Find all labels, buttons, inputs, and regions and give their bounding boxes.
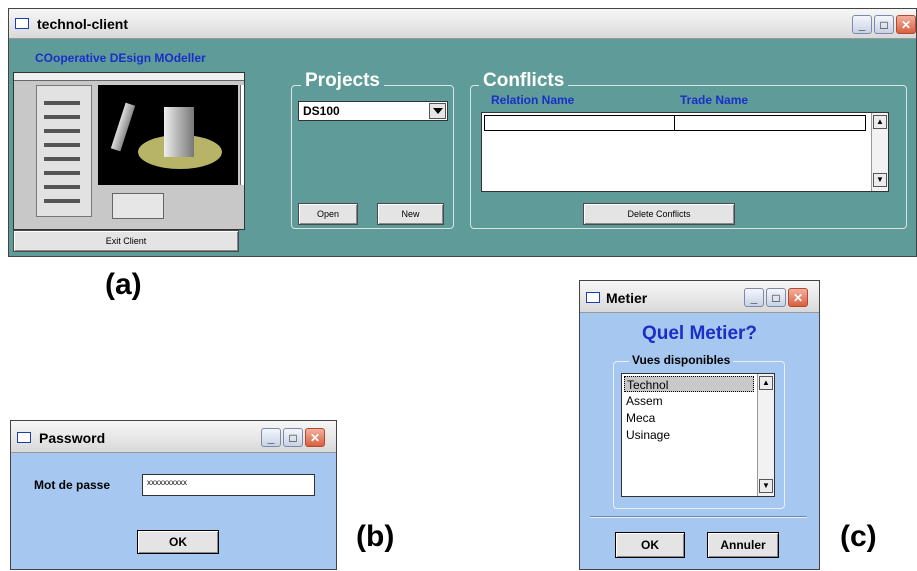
list-item[interactable]: Meca bbox=[624, 410, 754, 426]
password-field[interactable]: xxxxxxxxxx bbox=[142, 474, 315, 496]
conflicts-legend: Conflicts bbox=[479, 70, 569, 92]
scroll-down-icon[interactable]: ▼ bbox=[759, 479, 773, 493]
conflicts-table[interactable]: ▲ ▼ bbox=[481, 112, 889, 192]
list-item[interactable]: Assem bbox=[624, 393, 754, 409]
main-window-title: technol-client bbox=[37, 16, 129, 32]
conflicts-table-row[interactable] bbox=[484, 115, 866, 131]
preview-image bbox=[13, 72, 245, 230]
close-icon: ✕ bbox=[792, 291, 804, 305]
metier-heading: Quel Metier? bbox=[641, 323, 758, 344]
conflicts-table-divider bbox=[674, 116, 675, 130]
close-button[interactable]: ✕ bbox=[788, 288, 808, 307]
scroll-up-icon[interactable]: ▲ bbox=[873, 115, 887, 129]
metier-window-title: Metier bbox=[606, 290, 648, 306]
maximize-icon: □ bbox=[289, 431, 297, 445]
preview-image-tool bbox=[110, 102, 136, 152]
preview-image-sidebar bbox=[240, 85, 244, 185]
list-item-label: Assem bbox=[626, 394, 663, 408]
preview-image-item bbox=[44, 171, 80, 175]
ok-button[interactable]: OK bbox=[137, 530, 219, 554]
project-select[interactable]: DS100 bbox=[298, 101, 448, 121]
project-select-arrow[interactable] bbox=[429, 103, 446, 119]
cancel-button[interactable]: Annuler bbox=[707, 532, 779, 558]
preview-image-item bbox=[44, 101, 80, 105]
maximize-icon: □ bbox=[772, 291, 780, 305]
close-icon: ✕ bbox=[900, 18, 912, 32]
metier-titlebar[interactable]: Metier _ □ ✕ bbox=[580, 281, 819, 313]
password-label: Mot de passe bbox=[34, 478, 111, 492]
conflicts-scrollbar[interactable]: ▲ ▼ bbox=[871, 113, 888, 191]
app-name: COoperative DEsign MOdeller bbox=[35, 51, 206, 65]
minimize-button[interactable]: _ bbox=[261, 428, 281, 447]
main-titlebar[interactable]: technol-client _ □ ✕ bbox=[9, 9, 916, 39]
vues-group-label: Vues disponibles bbox=[629, 353, 734, 367]
password-window-title: Password bbox=[39, 430, 106, 446]
preview-image-item bbox=[44, 129, 80, 133]
ok-button[interactable]: OK bbox=[615, 532, 685, 558]
metier-window: Metier _ □ ✕ Quel Metier? Vues disponibl… bbox=[579, 280, 820, 570]
minimize-icon: _ bbox=[267, 431, 275, 445]
list-item-label: Technol bbox=[627, 378, 669, 392]
list-item[interactable]: Technol bbox=[624, 376, 754, 392]
label-b: (b) bbox=[356, 520, 395, 553]
projects-legend: Projects bbox=[301, 70, 384, 92]
password-titlebar[interactable]: Password _ □ ✕ bbox=[11, 421, 336, 453]
minimize-icon: _ bbox=[858, 18, 866, 32]
minimize-icon: _ bbox=[750, 291, 758, 305]
maximize-button[interactable]: □ bbox=[874, 15, 894, 34]
preview-image-item bbox=[44, 199, 80, 203]
password-window: Password _ □ ✕ Mot de passe xxxxxxxxxx O… bbox=[10, 420, 337, 570]
scroll-up-icon[interactable]: ▲ bbox=[759, 376, 773, 390]
password-field-value: xxxxxxxxxx bbox=[147, 478, 187, 487]
divider bbox=[590, 516, 807, 518]
exit-client-button[interactable]: Exit Client bbox=[13, 230, 239, 252]
maximize-button[interactable]: □ bbox=[283, 428, 303, 447]
preview-image-panel bbox=[112, 193, 164, 219]
relation-name-header: Relation Name bbox=[491, 93, 575, 107]
preview-image-part bbox=[164, 107, 194, 157]
maximize-icon: □ bbox=[880, 18, 888, 32]
preview-image-item bbox=[44, 157, 80, 161]
preview-image-item bbox=[44, 115, 80, 119]
window-icon bbox=[586, 292, 600, 303]
window-icon bbox=[17, 432, 31, 443]
chevron-down-icon bbox=[433, 108, 443, 114]
maximize-button[interactable]: □ bbox=[766, 288, 786, 307]
close-icon: ✕ bbox=[309, 431, 321, 445]
vues-scrollbar[interactable]: ▲ ▼ bbox=[757, 374, 774, 496]
close-button[interactable]: ✕ bbox=[896, 15, 916, 34]
delete-conflicts-button[interactable]: Delete Conflicts bbox=[583, 203, 735, 225]
vues-listbox[interactable]: Technol Assem Meca Usinage ▲ ▼ bbox=[621, 373, 775, 497]
preview-image-item bbox=[44, 143, 80, 147]
preview-image-3d-view bbox=[98, 85, 238, 185]
label-a: (a) bbox=[105, 268, 142, 301]
minimize-button[interactable]: _ bbox=[852, 15, 872, 34]
list-item-label: Meca bbox=[626, 411, 656, 425]
minimize-button[interactable]: _ bbox=[744, 288, 764, 307]
scroll-down-icon[interactable]: ▼ bbox=[873, 173, 887, 187]
trade-name-header: Trade Name bbox=[680, 93, 749, 107]
main-window: technol-client _ □ ✕ COoperative DEsign … bbox=[8, 8, 917, 257]
window-icon bbox=[15, 18, 29, 29]
open-project-button[interactable]: Open bbox=[298, 203, 358, 225]
close-button[interactable]: ✕ bbox=[305, 428, 325, 447]
label-c: (c) bbox=[840, 520, 877, 553]
preview-image-item bbox=[44, 185, 80, 189]
project-select-value: DS100 bbox=[303, 104, 340, 118]
preview-image-header bbox=[14, 73, 244, 81]
list-item[interactable]: Usinage bbox=[624, 427, 754, 443]
new-project-button[interactable]: New bbox=[377, 203, 444, 225]
list-item-label: Usinage bbox=[626, 428, 671, 442]
